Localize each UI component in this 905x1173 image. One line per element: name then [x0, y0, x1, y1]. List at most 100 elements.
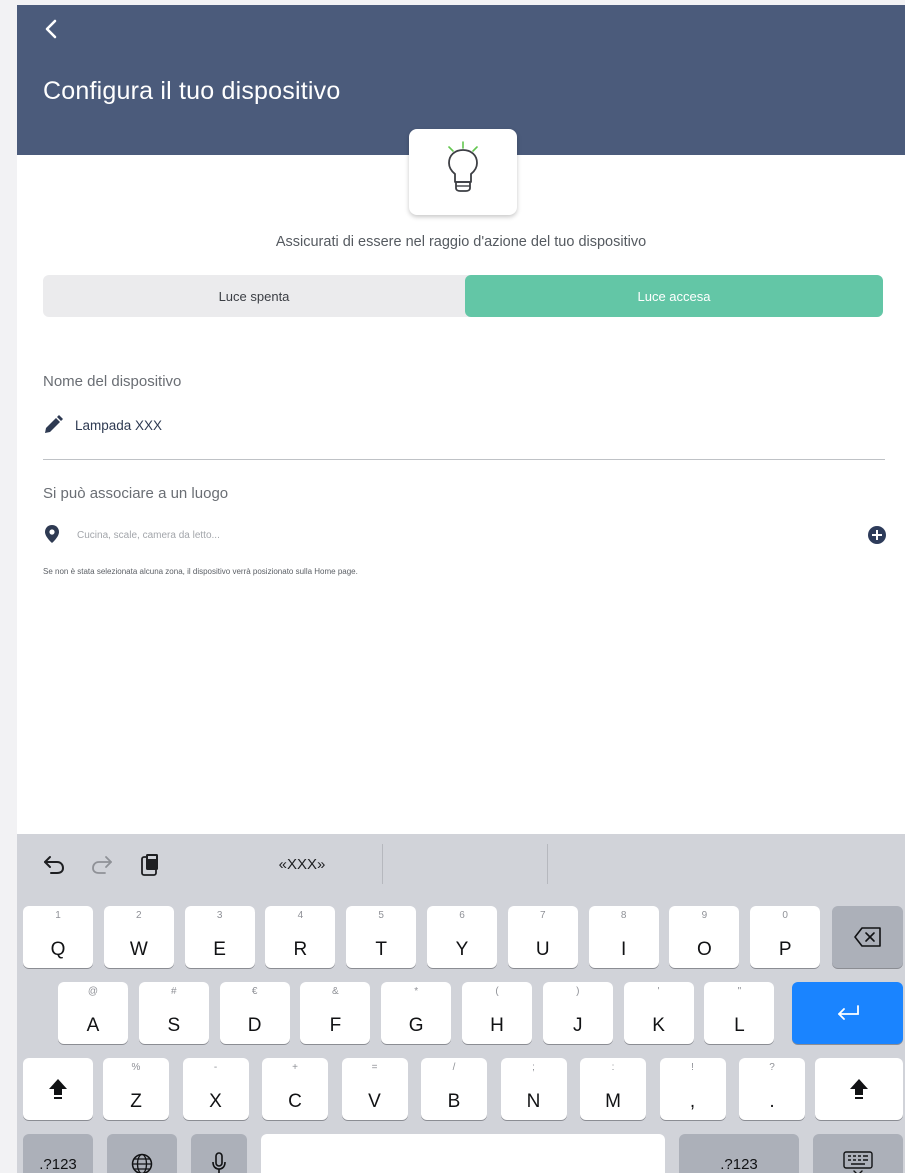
suggestion-1[interactable]: «XXX»: [247, 852, 357, 876]
shift-key-left[interactable]: [23, 1058, 93, 1120]
device-name-label: Nome del dispositivo: [43, 373, 182, 390]
microphone-key[interactable]: [191, 1134, 247, 1173]
suggestion-separator: [547, 844, 548, 884]
letter-key[interactable]: :M: [580, 1058, 646, 1120]
key-primary-label: O: [697, 939, 712, 960]
chevron-left-icon: [45, 19, 57, 39]
letter-key[interactable]: 0P: [750, 906, 821, 968]
key-primary-label: S: [167, 1015, 181, 1036]
light-rays-icon: [448, 141, 478, 152]
return-key[interactable]: [792, 982, 903, 1044]
letter-key[interactable]: * G: [381, 982, 452, 1044]
numbers-key-right[interactable]: .?123: [679, 1134, 799, 1173]
light-on-option[interactable]: Luce accesa: [465, 275, 883, 317]
light-toggle: Luce spenta Luce accesa: [43, 275, 883, 317]
globe-key[interactable]: [107, 1134, 177, 1173]
redo-button[interactable]: [89, 852, 115, 878]
dismiss-keyboard-key[interactable]: [813, 1134, 903, 1173]
back-button[interactable]: [37, 15, 67, 45]
key-secondary-label: -: [213, 1062, 218, 1073]
shift-key-right[interactable]: [815, 1058, 903, 1120]
key-secondary-label: :: [611, 1062, 615, 1073]
letter-key[interactable]: !,: [659, 1058, 726, 1120]
letter-key[interactable]: ' K: [623, 982, 694, 1044]
location-row: [43, 525, 889, 545]
keyboard-dismiss-icon: [843, 1151, 873, 1173]
key-primary-label: M: [605, 1091, 621, 1112]
letter-key[interactable]: 3E: [184, 906, 255, 968]
key-primary-label: B: [447, 1091, 461, 1112]
letter-key[interactable]: 6Y: [427, 906, 497, 968]
letter-key[interactable]: ; N: [500, 1058, 567, 1120]
letter-key[interactable]: ) J: [542, 982, 613, 1044]
key-secondary-label: ": [737, 986, 742, 997]
numbers-key-left[interactable]: .?123: [23, 1134, 93, 1173]
key-secondary-label: 4: [297, 910, 304, 921]
shift-icon: [49, 1079, 67, 1099]
key-primary-label: U: [535, 939, 550, 960]
letter-key[interactable]: ?.: [739, 1058, 805, 1120]
key-primary-label: G: [408, 1015, 424, 1036]
key-secondary-label: %: [131, 1062, 141, 1073]
letter-key[interactable]: 8I: [588, 906, 659, 968]
undo-icon: [44, 856, 65, 874]
key-secondary-label: 2: [136, 910, 142, 921]
add-location-button[interactable]: [868, 526, 886, 544]
key-secondary-label: 1: [55, 910, 61, 921]
letter-key[interactable]: 7U: [507, 906, 578, 968]
letter-key[interactable]: -X: [182, 1058, 249, 1120]
key-secondary-label: 7: [540, 910, 546, 921]
letter-key[interactable]: & F: [300, 982, 371, 1044]
device-name-value: Lampada XXX: [75, 417, 163, 433]
letter-key[interactable]: 5T: [346, 906, 417, 968]
letter-key[interactable]: = V: [341, 1058, 408, 1120]
key-primary-label: Z: [130, 1091, 142, 1112]
key-secondary-label: 9: [701, 910, 708, 921]
letter-key[interactable]: / B: [421, 1058, 487, 1120]
location-label: Si può associare a un luogo: [43, 485, 229, 502]
key-secondary-label: 3: [216, 910, 223, 921]
key-secondary-label: ;: [532, 1062, 535, 1073]
letter-key[interactable]: 2W: [103, 906, 174, 968]
key-secondary-label: =: [371, 1062, 378, 1073]
letter-key[interactable]: % Z: [103, 1058, 169, 1120]
key-secondary-label: (: [495, 986, 499, 997]
key-secondary-label: !: [691, 1062, 694, 1073]
location-input[interactable]: [77, 526, 837, 544]
letter-key[interactable]: " L: [704, 982, 775, 1044]
undo-button[interactable]: [41, 852, 67, 878]
key-secondary-label: @: [87, 986, 99, 997]
letter-key[interactable]: # S: [138, 982, 209, 1044]
letter-key[interactable]: + C: [262, 1058, 328, 1120]
key-secondary-label: 5: [378, 910, 384, 921]
key-primary-label: W: [129, 939, 148, 960]
letter-key[interactable]: (H: [462, 982, 532, 1044]
clipboard-icon: [141, 854, 158, 876]
key-primary-label: Q: [50, 939, 66, 960]
letter-key[interactable]: @ A: [58, 982, 128, 1044]
key-primary-label: T: [375, 939, 387, 960]
key-primary-label: .: [769, 1091, 775, 1112]
letter-key[interactable]: 1Q: [23, 906, 93, 968]
backspace-key[interactable]: [832, 906, 903, 968]
key-primary-label: J: [573, 1015, 583, 1036]
key-secondary-label: ): [576, 986, 580, 997]
paste-button[interactable]: [137, 852, 163, 878]
device-name-field[interactable]: Lampada XXX: [43, 413, 162, 437]
map-pin-icon: [45, 525, 59, 543]
light-off-option[interactable]: Luce spenta: [43, 275, 465, 317]
key-primary-label: X: [209, 1091, 222, 1112]
key-primary-label: N: [526, 1091, 541, 1112]
key-primary-label: Y: [455, 939, 469, 960]
key-secondary-label: /: [452, 1062, 456, 1073]
key-secondary-label: *: [414, 986, 419, 997]
letter-key[interactable]: € D: [219, 982, 290, 1044]
microphone-icon: [212, 1152, 226, 1173]
key-primary-label: R: [293, 939, 308, 960]
key-primary-label: I: [620, 939, 627, 960]
letter-key[interactable]: 9O: [669, 906, 740, 968]
letter-key[interactable]: 4R: [265, 906, 336, 968]
key-secondary-label: ': [657, 986, 660, 997]
key-secondary-label: €: [251, 986, 258, 997]
space-key[interactable]: [261, 1134, 665, 1173]
